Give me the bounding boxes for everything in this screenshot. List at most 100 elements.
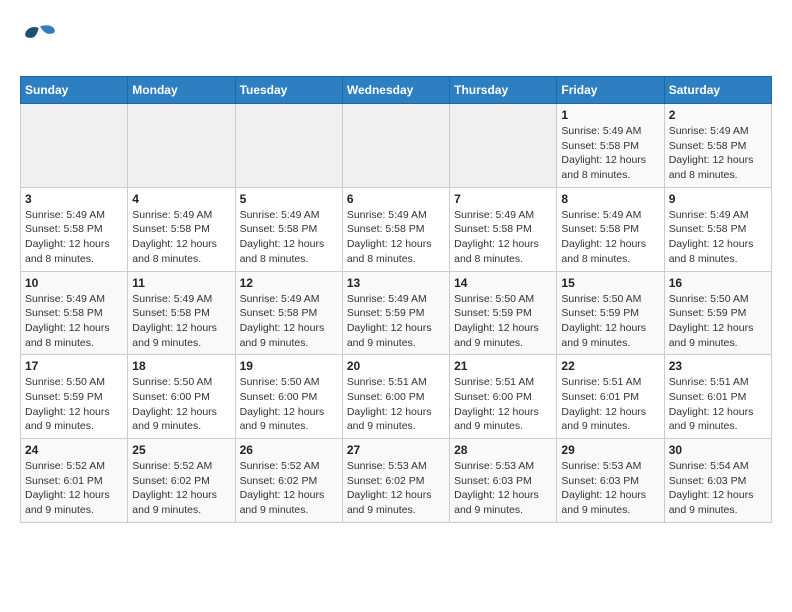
day-info: Sunrise: 5:53 AM Sunset: 6:03 PM Dayligh… (561, 459, 659, 518)
day-info: Sunrise: 5:52 AM Sunset: 6:02 PM Dayligh… (132, 459, 230, 518)
day-info: Sunrise: 5:52 AM Sunset: 6:01 PM Dayligh… (25, 459, 123, 518)
calendar-cell: 9Sunrise: 5:49 AM Sunset: 5:58 PM Daylig… (664, 187, 771, 271)
day-number: 10 (25, 276, 123, 290)
calendar-header-row: SundayMondayTuesdayWednesdayThursdayFrid… (21, 77, 772, 104)
calendar-cell: 11 Sunrise: 5:49 AM Sunset: 5:58 PM Dayli… (128, 271, 235, 355)
calendar-cell (128, 104, 235, 188)
calendar-cell: 22 Sunrise: 5:51 AM Sunset: 6:01 PM Dayli… (557, 355, 664, 439)
calendar-cell: 21 Sunrise: 5:51 AM Sunset: 6:00 PM Dayli… (450, 355, 557, 439)
day-number: 1 (561, 108, 659, 122)
day-info: Sunrise: 5:54 AM Sunset: 6:03 PM Dayligh… (669, 459, 767, 518)
calendar-week-row: 24 Sunrise: 5:52 AM Sunset: 6:01 PM Dayli… (21, 439, 772, 523)
day-info: Sunrise: 5:49 AM Sunset: 5:58 PM Dayligh… (240, 208, 338, 267)
day-info: Sunrise: 5:50 AM Sunset: 5:59 PM Dayligh… (25, 375, 123, 434)
day-number: 13 (347, 276, 445, 290)
day-info: Sunrise: 5:50 AM Sunset: 5:59 PM Dayligh… (454, 292, 552, 351)
day-number: 9 (669, 192, 767, 206)
calendar-cell: 6 Sunrise: 5:49 AM Sunset: 5:58 PM Daylig… (342, 187, 449, 271)
calendar-cell: 3 Sunrise: 5:49 AM Sunset: 5:58 PM Daylig… (21, 187, 128, 271)
calendar-cell: 28Sunrise: 5:53 AM Sunset: 6:03 PM Dayli… (450, 439, 557, 523)
day-info: Sunrise: 5:50 AM Sunset: 5:59 PM Dayligh… (669, 292, 767, 351)
calendar-cell: 27Sunrise: 5:53 AM Sunset: 6:02 PM Dayli… (342, 439, 449, 523)
day-number: 24 (25, 443, 123, 457)
calendar-cell: 12 Sunrise: 5:49 AM Sunset: 5:58 PM Dayli… (235, 271, 342, 355)
calendar-week-row: 17 Sunrise: 5:50 AM Sunset: 5:59 PM Dayli… (21, 355, 772, 439)
day-number: 27 (347, 443, 445, 457)
day-info: Sunrise: 5:49 AM Sunset: 5:58 PM Dayligh… (240, 292, 338, 351)
logo (20, 20, 64, 60)
day-info: Sunrise: 5:49 AM Sunset: 5:58 PM Dayligh… (454, 208, 552, 267)
day-number: 29 (561, 443, 659, 457)
calendar-cell: 8 Sunrise: 5:49 AM Sunset: 5:58 PM Daylig… (557, 187, 664, 271)
day-info: Sunrise: 5:49 AM Sunset: 5:58 PM Dayligh… (669, 124, 767, 183)
day-info: Sunrise: 5:51 AM Sunset: 6:00 PM Dayligh… (347, 375, 445, 434)
day-number: 16 (669, 276, 767, 290)
day-header-tuesday: Tuesday (235, 77, 342, 104)
day-info: Sunrise: 5:50 AM Sunset: 5:59 PM Dayligh… (561, 292, 659, 351)
calendar-cell: 30Sunrise: 5:54 AM Sunset: 6:03 PM Dayli… (664, 439, 771, 523)
day-info: Sunrise: 5:49 AM Sunset: 5:58 PM Dayligh… (132, 292, 230, 351)
calendar-cell: 2 Sunrise: 5:49 AM Sunset: 5:58 PM Daylig… (664, 104, 771, 188)
day-info: Sunrise: 5:51 AM Sunset: 6:01 PM Dayligh… (669, 375, 767, 434)
day-info: Sunrise: 5:49 AM Sunset: 5:58 PM Dayligh… (561, 208, 659, 267)
day-number: 4 (132, 192, 230, 206)
day-header-friday: Friday (557, 77, 664, 104)
day-info: Sunrise: 5:51 AM Sunset: 6:00 PM Dayligh… (454, 375, 552, 434)
calendar-cell: 19Sunrise: 5:50 AM Sunset: 6:00 PM Dayli… (235, 355, 342, 439)
day-number: 12 (240, 276, 338, 290)
day-info: Sunrise: 5:49 AM Sunset: 5:58 PM Dayligh… (132, 208, 230, 267)
day-info: Sunrise: 5:49 AM Sunset: 5:58 PM Dayligh… (347, 208, 445, 267)
day-number: 3 (25, 192, 123, 206)
calendar-cell: 20 Sunrise: 5:51 AM Sunset: 6:00 PM Dayli… (342, 355, 449, 439)
calendar-cell: 25 Sunrise: 5:52 AM Sunset: 6:02 PM Dayli… (128, 439, 235, 523)
day-number: 28 (454, 443, 552, 457)
calendar-cell: 7 Sunrise: 5:49 AM Sunset: 5:58 PM Daylig… (450, 187, 557, 271)
calendar-week-row: 3 Sunrise: 5:49 AM Sunset: 5:58 PM Daylig… (21, 187, 772, 271)
calendar-cell: 17 Sunrise: 5:50 AM Sunset: 5:59 PM Dayli… (21, 355, 128, 439)
calendar-cell: 14 Sunrise: 5:50 AM Sunset: 5:59 PM Dayli… (450, 271, 557, 355)
calendar-cell (235, 104, 342, 188)
logo-icon (20, 20, 60, 60)
calendar-table: SundayMondayTuesdayWednesdayThursdayFrid… (20, 76, 772, 523)
day-header-wednesday: Wednesday (342, 77, 449, 104)
day-number: 17 (25, 359, 123, 373)
day-number: 23 (669, 359, 767, 373)
day-number: 8 (561, 192, 659, 206)
calendar-cell (342, 104, 449, 188)
day-info: Sunrise: 5:52 AM Sunset: 6:02 PM Dayligh… (240, 459, 338, 518)
calendar-cell: 24 Sunrise: 5:52 AM Sunset: 6:01 PM Dayli… (21, 439, 128, 523)
calendar-cell (21, 104, 128, 188)
day-header-thursday: Thursday (450, 77, 557, 104)
calendar-cell: 29 Sunrise: 5:53 AM Sunset: 6:03 PM Dayli… (557, 439, 664, 523)
page-header (20, 20, 772, 60)
calendar-cell: 4 Sunrise: 5:49 AM Sunset: 5:58 PM Daylig… (128, 187, 235, 271)
calendar-cell: 18 Sunrise: 5:50 AM Sunset: 6:00 PM Dayli… (128, 355, 235, 439)
day-info: Sunrise: 5:50 AM Sunset: 6:00 PM Dayligh… (240, 375, 338, 434)
calendar-week-row: 10 Sunrise: 5:49 AM Sunset: 5:58 PM Dayli… (21, 271, 772, 355)
day-info: Sunrise: 5:49 AM Sunset: 5:59 PM Dayligh… (347, 292, 445, 351)
day-number: 22 (561, 359, 659, 373)
day-number: 21 (454, 359, 552, 373)
day-number: 14 (454, 276, 552, 290)
day-number: 25 (132, 443, 230, 457)
day-number: 6 (347, 192, 445, 206)
day-info: Sunrise: 5:49 AM Sunset: 5:58 PM Dayligh… (25, 292, 123, 351)
day-number: 18 (132, 359, 230, 373)
day-info: Sunrise: 5:50 AM Sunset: 6:00 PM Dayligh… (132, 375, 230, 434)
calendar-week-row: 1 Sunrise: 5:49 AM Sunset: 5:58 PM Daylig… (21, 104, 772, 188)
day-number: 2 (669, 108, 767, 122)
day-header-sunday: Sunday (21, 77, 128, 104)
day-number: 26 (240, 443, 338, 457)
day-header-monday: Monday (128, 77, 235, 104)
day-info: Sunrise: 5:49 AM Sunset: 5:58 PM Dayligh… (25, 208, 123, 267)
day-number: 15 (561, 276, 659, 290)
day-number: 11 (132, 276, 230, 290)
calendar-cell: 26 Sunrise: 5:52 AM Sunset: 6:02 PM Dayli… (235, 439, 342, 523)
calendar-cell: 1Sunrise: 5:49 AM Sunset: 5:58 PM Daylig… (557, 104, 664, 188)
calendar-cell: 13 Sunrise: 5:49 AM Sunset: 5:59 PM Dayli… (342, 271, 449, 355)
calendar-cell: 10 Sunrise: 5:49 AM Sunset: 5:58 PM Dayli… (21, 271, 128, 355)
day-number: 7 (454, 192, 552, 206)
day-number: 20 (347, 359, 445, 373)
day-header-saturday: Saturday (664, 77, 771, 104)
day-info: Sunrise: 5:51 AM Sunset: 6:01 PM Dayligh… (561, 375, 659, 434)
